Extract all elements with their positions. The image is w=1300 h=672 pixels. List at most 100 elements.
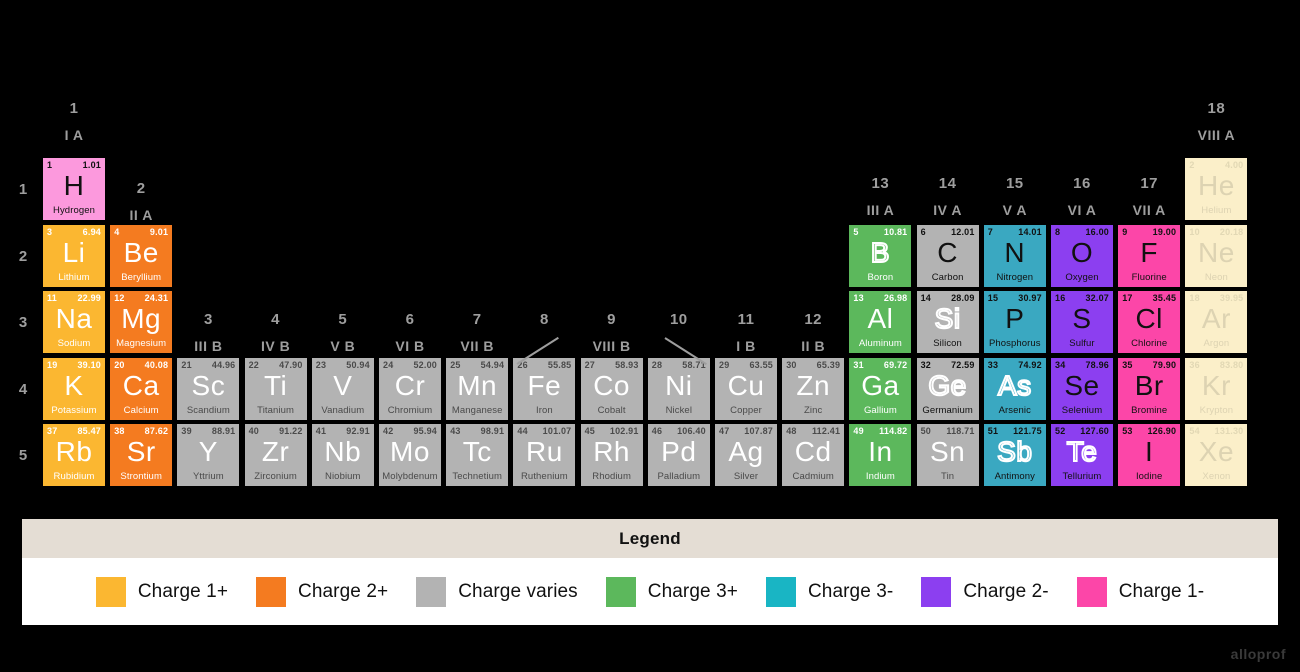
element-cell-rh[interactable]: 45 102.91 Rh Rhodium bbox=[580, 424, 643, 486]
element-cell-al[interactable]: 13 26.98 Al Aluminum bbox=[849, 291, 912, 353]
element-symbol: H bbox=[63, 170, 85, 201]
element-cell-cd[interactable]: 48 112.41 Cd Cadmium bbox=[782, 424, 845, 486]
legend-item: Charge 1- bbox=[1076, 576, 1204, 607]
element-cell-f[interactable]: 9 19.00 F Fluorine bbox=[1118, 224, 1181, 287]
element-cell-xe[interactable]: 54 131.30 Xe Xenon bbox=[1185, 424, 1248, 486]
group-label-14: 14 IV A bbox=[917, 175, 979, 219]
element-name: Cadmium bbox=[792, 471, 834, 482]
element-cell-mg[interactable]: 12 24.31 Mg Magnesium bbox=[110, 291, 173, 353]
period-label-4: 4 bbox=[18, 380, 28, 398]
group-label-1: 1 I A bbox=[43, 100, 105, 144]
group-roman: IV A bbox=[933, 202, 962, 218]
element-symbol: C bbox=[937, 236, 958, 268]
element-cell-ge[interactable]: 32 72.59 Ge Germanium bbox=[916, 357, 979, 420]
element-cell-te[interactable]: 52 127.60 Te Tellurium bbox=[1051, 424, 1113, 486]
element-cell-zn[interactable]: 30 65.39 Zn Zinc bbox=[782, 357, 845, 420]
group-label-10: 10 bbox=[648, 311, 710, 337]
period-label-1: 1 bbox=[18, 181, 28, 198]
group-roman: III A bbox=[866, 202, 895, 218]
element-cell-tc[interactable]: 43 98.91 Tc Technetium bbox=[446, 424, 509, 486]
element-name: Krypton bbox=[1199, 404, 1234, 416]
element-cell-na[interactable]: 11 22.99 Na Sodium bbox=[43, 291, 105, 353]
element-cell-in[interactable]: 49 114.82 In Indium bbox=[849, 424, 912, 486]
element-cell-kr[interactable]: 36 83.80 Kr Krypton bbox=[1185, 357, 1248, 420]
element-cell-li[interactable]: 3 6.94 Li Lithium bbox=[43, 224, 105, 287]
element-cell-co[interactable]: 27 58.93 Co Cobalt bbox=[580, 357, 643, 420]
group-roman: VII A bbox=[1132, 202, 1166, 218]
element-symbol: Ni bbox=[665, 369, 693, 401]
element-cell-v[interactable]: 23 50.94 V Vanadium bbox=[311, 357, 374, 420]
element-cell-b[interactable]: 5 10.81 B Boron bbox=[849, 224, 912, 287]
element-symbol: P bbox=[1005, 303, 1025, 334]
element-cell-k[interactable]: 19 39.10 K Potassium bbox=[43, 357, 105, 420]
element-cell-ca[interactable]: 20 40.08 Ca Calcium bbox=[110, 357, 173, 420]
element-cell-sb[interactable]: 51 121.75 Sb Antimony bbox=[983, 424, 1046, 486]
element-cell-c[interactable]: 6 12.01 C Carbon bbox=[916, 224, 979, 287]
period-label-3: 3 bbox=[18, 314, 28, 331]
element-cell-cu[interactable]: 29 63.55 Cu Copper bbox=[715, 357, 777, 420]
group-label-11: 11 I B bbox=[715, 311, 777, 355]
element-cell-ga[interactable]: 31 69.72 Ga Gallium bbox=[849, 357, 912, 420]
element-cell-fe[interactable]: 26 55.85 Fe Iron bbox=[513, 357, 576, 420]
element-name: Bromine bbox=[1131, 404, 1168, 416]
element-cell-sr[interactable]: 38 87.62 Sr Strontium bbox=[110, 424, 173, 486]
element-symbol: Sc bbox=[191, 369, 226, 401]
element-name: Tellurium bbox=[1062, 471, 1102, 482]
element-name: Tin bbox=[941, 471, 955, 482]
element-symbol: In bbox=[868, 436, 893, 467]
element-cell-ti[interactable]: 22 47.90 Ti Titanium bbox=[244, 357, 307, 420]
element-cell-i[interactable]: 53 126.90 I Iodine bbox=[1118, 424, 1181, 486]
element-cell-he[interactable]: 2 4.00 He Helium bbox=[1185, 158, 1248, 220]
element-name: Vanadium bbox=[321, 404, 365, 416]
element-cell-as[interactable]: 33 74.92 As Arsenic bbox=[983, 357, 1046, 420]
element-name: Oxygen bbox=[1065, 271, 1099, 283]
element-name: Rhodium bbox=[592, 471, 631, 482]
element-cell-nb[interactable]: 41 92.91 Nb Niobium bbox=[311, 424, 374, 486]
element-cell-cl[interactable]: 17 35.45 Cl Chlorine bbox=[1118, 291, 1181, 353]
element-cell-se[interactable]: 34 78.96 Se Selenium bbox=[1051, 357, 1113, 420]
element-symbol: Si bbox=[934, 302, 961, 335]
element-cell-rb[interactable]: 37 85.47 Rb Rubidium bbox=[43, 424, 105, 486]
period-label-2: 2 bbox=[18, 247, 28, 265]
element-cell-p[interactable]: 15 30.97 P Phosphorus bbox=[983, 291, 1046, 353]
element-cell-pd[interactable]: 46 106.40 Pd Palladium bbox=[647, 424, 710, 486]
element-symbol: Co bbox=[593, 369, 630, 401]
element-cell-h[interactable]: 1 1.01 H Hydrogen bbox=[43, 158, 105, 220]
element-name: Potassium bbox=[51, 404, 97, 416]
legend-title: Legend bbox=[619, 528, 681, 548]
legend-label: Charge varies bbox=[458, 580, 578, 602]
element-name: Gallium bbox=[863, 404, 897, 416]
element-symbol: F bbox=[1140, 236, 1158, 268]
element-cell-br[interactable]: 35 79.90 Br Bromine bbox=[1118, 357, 1181, 420]
element-name: Cobalt bbox=[597, 404, 626, 416]
element-cell-si[interactable]: 14 28.09 Si Silicon bbox=[916, 291, 979, 353]
element-cell-ru[interactable]: 44 101.07 Ru Ruthenium bbox=[513, 424, 576, 486]
element-symbol: Ga bbox=[861, 369, 900, 401]
element-cell-ag[interactable]: 47 107.87 Ag Silver bbox=[715, 424, 777, 486]
element-cell-cr[interactable]: 24 52.00 Cr Chromium bbox=[379, 357, 441, 420]
element-cell-be[interactable]: 4 9.01 Be Beryllium bbox=[110, 224, 173, 287]
element-cell-o[interactable]: 8 16.00 O Oxygen bbox=[1051, 224, 1113, 287]
element-cell-sc[interactable]: 21 44.96 Sc Scandium bbox=[177, 357, 240, 420]
group-number: 11 bbox=[737, 311, 755, 328]
element-name: Germanium bbox=[922, 404, 973, 416]
element-cell-y[interactable]: 39 88.91 Y Yttrium bbox=[177, 424, 240, 486]
element-symbol: Zr bbox=[261, 436, 290, 467]
element-cell-s[interactable]: 16 32.07 S Sulfur bbox=[1051, 291, 1113, 353]
element-cell-mn[interactable]: 25 54.94 Mn Manganese bbox=[446, 357, 509, 420]
element-cell-ne[interactable]: 10 20.18 Ne Neon bbox=[1185, 224, 1248, 287]
element-cell-ni[interactable]: 28 58.71 Ni Nickel bbox=[647, 357, 710, 420]
element-name: Niobium bbox=[325, 471, 361, 482]
element-name: Palladium bbox=[657, 471, 701, 482]
element-name: Sulfur bbox=[1069, 338, 1095, 349]
element-name: Antimony bbox=[994, 471, 1035, 482]
element-symbol: Be bbox=[123, 236, 159, 268]
element-cell-ar[interactable]: 18 39.95 Ar Argon bbox=[1185, 291, 1248, 353]
element-name: Selenium bbox=[1061, 404, 1103, 416]
element-cell-sn[interactable]: 50 118.71 Sn Tin bbox=[916, 424, 979, 486]
element-name: Nickel bbox=[665, 404, 693, 416]
element-cell-zr[interactable]: 40 91.22 Zr Zirconium bbox=[244, 424, 307, 486]
element-cell-n[interactable]: 7 14.01 N Nitrogen bbox=[983, 224, 1046, 287]
element-symbol: Cu bbox=[727, 369, 765, 401]
element-cell-mo[interactable]: 42 95.94 Mo Molybdenum bbox=[379, 424, 441, 486]
